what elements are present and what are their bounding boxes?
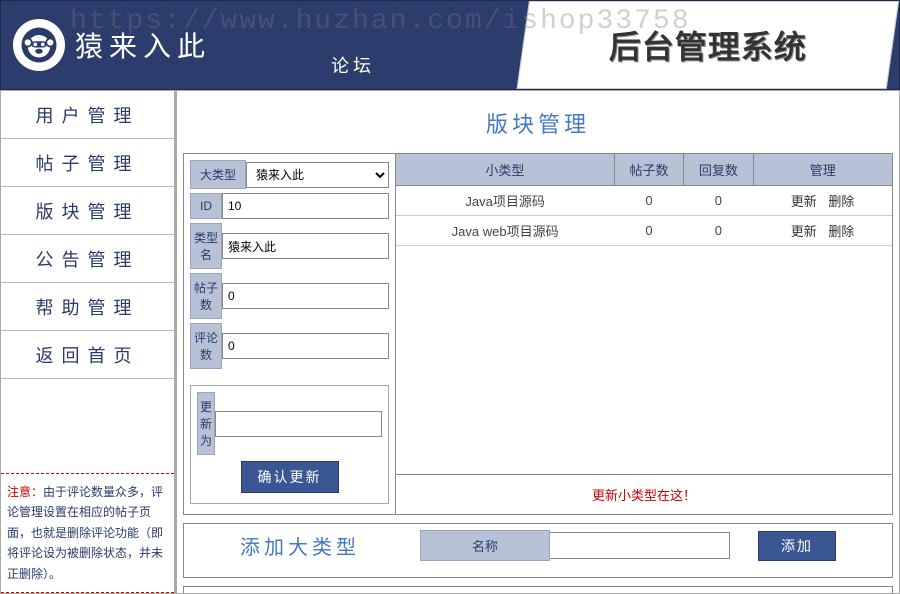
- big-type-label: 大类型: [190, 160, 246, 189]
- row-update-link[interactable]: 更新: [791, 194, 817, 209]
- add-big-type-block: 添加大类型 名称 添加: [183, 523, 893, 578]
- header-right-panel: 后台管理系统: [517, 1, 899, 89]
- cell-name: Java web项目源码: [396, 216, 614, 246]
- update-box: 更新为 确认更新: [190, 385, 389, 504]
- th-manage: 管理: [753, 154, 892, 186]
- big-type-select[interactable]: 猿来入此: [246, 162, 389, 188]
- post-count-label: 帖子数: [190, 273, 222, 319]
- comment-count-label: 评论数: [190, 323, 222, 369]
- post-count-input[interactable]: [222, 283, 389, 309]
- id-input[interactable]: [222, 193, 389, 219]
- monkey-icon: [13, 19, 65, 71]
- cell-posts: 0: [614, 216, 683, 246]
- sidebar-item-help[interactable]: 帮助管理: [1, 283, 174, 331]
- th-subtype: 小类型: [396, 154, 614, 186]
- sidebar-notice: 注意：由于评论数量众多，评论管理设置在相应的帖子页面，也就是删除评论功能（即将评…: [1, 473, 174, 593]
- form-column: 大类型 猿来入此 ID 类型名 帖子数 评: [184, 154, 396, 514]
- table-row: Java web项目源码 0 0 更新 删除: [396, 216, 892, 246]
- type-name-input[interactable]: [222, 233, 389, 259]
- main-content: 版块管理 大类型 猿来入此 ID 类型名 帖子数: [175, 90, 900, 594]
- row-delete-link[interactable]: 删除: [828, 194, 854, 209]
- type-name-label: 类型名: [190, 223, 222, 269]
- sidebar-item-home[interactable]: 返回首页: [1, 331, 174, 379]
- notice-warn: 注意：: [7, 485, 43, 499]
- add-big-title: 添加大类型: [240, 531, 360, 560]
- cell-name: Java项目源码: [396, 186, 614, 216]
- th-replies: 回复数: [684, 154, 753, 186]
- add-big-name-input[interactable]: [550, 532, 730, 559]
- row-delete-link[interactable]: 删除: [828, 224, 854, 239]
- add-small-type-block: 添加小类型 大类型 -请选择大版块- 名称 添加: [183, 586, 893, 594]
- table-row: Java项目源码 0 0 更新 删除: [396, 186, 892, 216]
- add-big-button[interactable]: 添加: [758, 531, 836, 561]
- edit-panel: 大类型 猿来入此 ID 类型名 帖子数 评: [183, 153, 893, 515]
- update-hint: 更新小类型在这！: [396, 474, 892, 514]
- logo-area: 猿来入此: [1, 19, 331, 71]
- sidebar: 用户管理 帖子管理 版块管理 公告管理 帮助管理 返回首页 注意：由于评论数量众…: [0, 90, 175, 594]
- page-title: 版块管理: [183, 107, 893, 139]
- th-posts: 帖子数: [614, 154, 683, 186]
- cell-replies: 0: [684, 216, 753, 246]
- notice-body: 由于评论数量众多，评论管理设置在相应的帖子页面，也就是删除评论功能（即将评论设为…: [7, 485, 163, 581]
- system-title: 后台管理系统: [609, 22, 807, 68]
- cell-posts: 0: [614, 186, 683, 216]
- confirm-update-button[interactable]: 确认更新: [241, 461, 339, 493]
- sidebar-item-posts[interactable]: 帖子管理: [1, 139, 174, 187]
- update-to-input[interactable]: [215, 411, 382, 437]
- add-big-name-label: 名称: [420, 530, 550, 561]
- sidebar-item-sections[interactable]: 版块管理: [1, 187, 174, 235]
- sidebar-item-users[interactable]: 用户管理: [1, 91, 174, 139]
- brand-text: 猿来入此: [75, 25, 211, 65]
- sidebar-item-announcements[interactable]: 公告管理: [1, 235, 174, 283]
- table-column: 小类型 帖子数 回复数 管理 Java项目源码 0 0 更新: [396, 154, 892, 514]
- subtype-table: 小类型 帖子数 回复数 管理 Java项目源码 0 0 更新: [396, 154, 892, 246]
- comment-count-input[interactable]: [222, 333, 389, 359]
- app-header: 猿来入此 论坛 后台管理系统: [0, 0, 900, 90]
- row-update-link[interactable]: 更新: [791, 224, 817, 239]
- cell-replies: 0: [684, 186, 753, 216]
- header-section-label: 论坛: [331, 52, 375, 78]
- update-to-label: 更新为: [197, 392, 215, 455]
- id-label: ID: [190, 193, 222, 219]
